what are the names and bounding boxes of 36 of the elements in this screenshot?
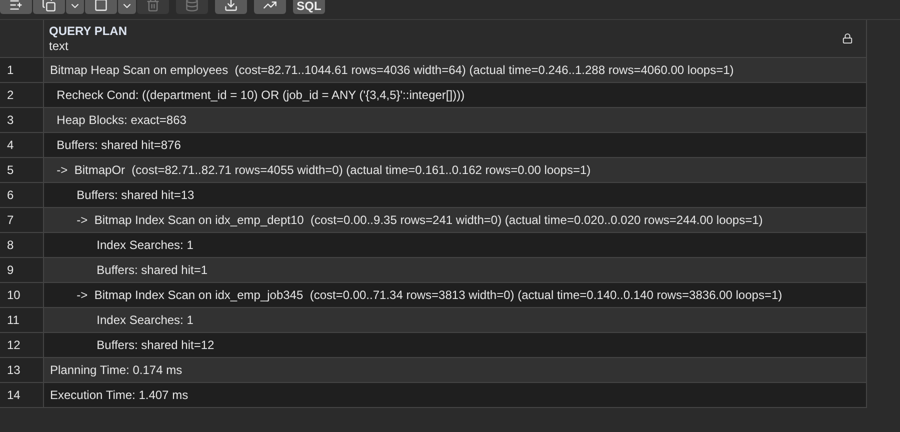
- table-cell[interactable]: Execution Time: 1.407 ms: [44, 383, 866, 407]
- column-name: QUERY PLAN: [49, 24, 128, 38]
- add-row-icon: [9, 0, 23, 12]
- row-number: 7: [0, 208, 44, 232]
- row-number: 10: [0, 283, 44, 307]
- table-cell[interactable]: Buffers: shared hit=13: [44, 183, 866, 207]
- row-number: 5: [0, 158, 44, 182]
- row-number: 4: [0, 133, 44, 157]
- table-cell[interactable]: -> BitmapOr (cost=82.71..82.71 rows=4055 width=0) (actual time=0.161..0.162 rows=0.00 loops=1): [44, 158, 866, 182]
- table-cell[interactable]: Index Searches: 1: [44, 308, 866, 332]
- table-cell[interactable]: Buffers: shared hit=876: [44, 133, 866, 157]
- table-cell[interactable]: Buffers: shared hit=12: [44, 333, 866, 357]
- table-cell[interactable]: -> Bitmap Index Scan on idx_emp_dept10 (cost=0.00..9.35 rows=241 width=0) (actual time=0.020..0.020 rows=244.00 loops=1): [44, 208, 866, 232]
- download-icon: [224, 0, 238, 12]
- row-number: 3: [0, 108, 44, 132]
- table-cell[interactable]: Buffers: shared hit=1: [44, 258, 866, 282]
- row-number: 2: [0, 83, 44, 107]
- copy-icon: [42, 0, 56, 12]
- row-number: 11: [0, 308, 44, 332]
- table-cell[interactable]: Index Searches: 1: [44, 233, 866, 257]
- row-number: 14: [0, 383, 44, 407]
- row-number: 8: [0, 233, 44, 257]
- row-number: 6: [0, 183, 44, 207]
- database-icon: [185, 0, 199, 12]
- column-type: text: [49, 38, 70, 54]
- row-number: 1: [0, 58, 44, 82]
- table-cell[interactable]: Planning Time: 0.174 ms: [44, 358, 866, 382]
- table-cell[interactable]: Heap Blocks: exact=863: [44, 108, 866, 132]
- row-number: 12: [0, 333, 44, 357]
- table-cell[interactable]: Recheck Cond: ((department_id = 10) OR (job_id = ANY ('{3,4,5}'::integer[]))): [44, 83, 866, 107]
- row-number: 9: [0, 258, 44, 282]
- sql-button[interactable]: SQL: [293, 0, 325, 14]
- table-cell[interactable]: Bitmap Heap Scan on employees (cost=82.71..1044.61 rows=4036 width=64) (actual time=0.246..1.288 rows=4060.00 loops=1): [44, 58, 866, 82]
- row-number: 13: [0, 358, 44, 382]
- table-cell[interactable]: -> Bitmap Index Scan on idx_emp_job345 (cost=0.00..71.34 rows=3813 width=0) (actual time=0.140..0.140 rows=3836.00 loops=1): [44, 283, 866, 307]
- trash-icon: [146, 0, 160, 12]
